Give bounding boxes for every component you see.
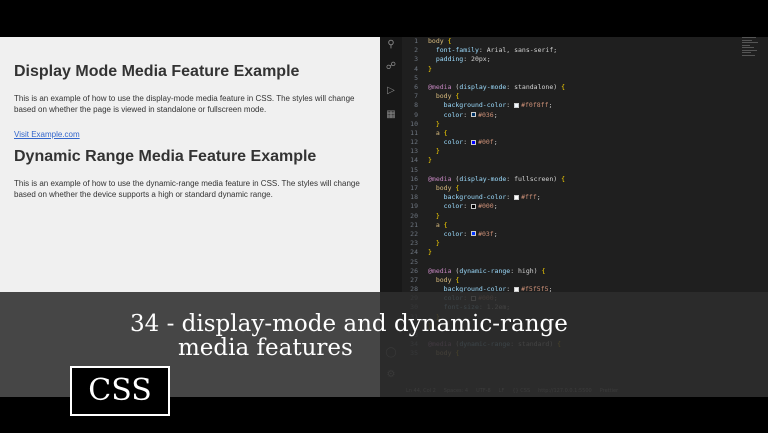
line-number: 22 bbox=[410, 229, 418, 238]
line-number: 20 bbox=[410, 211, 418, 220]
line-number: 16 bbox=[410, 174, 418, 183]
code-line[interactable]: 6 @media (display-mode: standalone) { bbox=[404, 83, 738, 92]
code-line[interactable]: 7 body { bbox=[404, 92, 738, 101]
line-number: 2 bbox=[414, 46, 418, 55]
code-line[interactable]: 22 color: #03f; bbox=[404, 230, 738, 239]
code-line[interactable]: 9 color: #036; bbox=[404, 111, 738, 120]
line-number: 9 bbox=[414, 110, 418, 119]
code-line[interactable]: 10 } bbox=[404, 120, 738, 129]
code-line[interactable]: 14} bbox=[404, 156, 738, 165]
line-number: 10 bbox=[410, 119, 418, 128]
line-number: 21 bbox=[410, 220, 418, 229]
line-number: 8 bbox=[414, 101, 418, 110]
example-link[interactable]: Visit Example.com bbox=[14, 130, 80, 139]
line-number: 19 bbox=[410, 202, 418, 211]
dynamic-range-heading: Dynamic Range Media Feature Example bbox=[14, 148, 317, 165]
line-number: 12 bbox=[410, 138, 418, 147]
video-title: 34 - display-mode and dynamic-range medi… bbox=[130, 312, 650, 360]
extensions-icon[interactable]: ▦ bbox=[385, 109, 397, 121]
code-line[interactable]: 5 bbox=[404, 74, 738, 83]
code-line[interactable]: 24} bbox=[404, 248, 738, 257]
line-number: 1 bbox=[414, 37, 418, 45]
code-line[interactable]: 27 body { bbox=[404, 276, 738, 285]
code-line[interactable]: 11 a { bbox=[404, 129, 738, 138]
line-number: 26 bbox=[410, 266, 418, 275]
code-line[interactable]: 18 background-color: #fff; bbox=[404, 193, 738, 202]
line-number: 17 bbox=[410, 184, 418, 192]
code-line[interactable]: 21 a { bbox=[404, 221, 738, 230]
code-line[interactable]: 8 background-color: #f0f8ff; bbox=[404, 101, 738, 110]
line-number: 6 bbox=[414, 82, 418, 91]
title-line-1: 34 - display-mode and dynamic-range bbox=[130, 311, 568, 337]
title-line-2: media features bbox=[178, 335, 353, 361]
line-number: 24 bbox=[410, 248, 418, 257]
code-line[interactable]: 12 color: #00f; bbox=[404, 138, 738, 147]
source-control-icon[interactable]: ☍ bbox=[385, 61, 397, 73]
search-icon[interactable]: ⚲ bbox=[385, 39, 397, 51]
line-number: 27 bbox=[410, 275, 418, 284]
code-line[interactable]: 15 bbox=[404, 166, 738, 175]
run-debug-icon[interactable]: ▷ bbox=[385, 85, 397, 97]
display-mode-paragraph: This is an example of how to use the dis… bbox=[14, 94, 355, 114]
line-number: 11 bbox=[410, 128, 418, 137]
line-number: 15 bbox=[410, 165, 418, 174]
line-number: 4 bbox=[414, 64, 418, 73]
code-line[interactable]: 20 } bbox=[404, 212, 738, 221]
code-line[interactable]: 2 font-family: Arial, sans-serif; bbox=[404, 46, 738, 55]
code-line[interactable]: 16 @media (display-mode: fullscreen) { bbox=[404, 175, 738, 184]
line-number: 25 bbox=[410, 257, 418, 266]
code-line[interactable]: 26 @media (dynamic-range: high) { bbox=[404, 267, 738, 276]
line-number: 18 bbox=[410, 193, 418, 202]
line-number: 7 bbox=[414, 92, 418, 101]
minimap[interactable] bbox=[742, 37, 760, 67]
code-line[interactable]: 17 body { bbox=[404, 184, 738, 193]
css-badge: CSS bbox=[70, 366, 170, 416]
line-number: 5 bbox=[414, 73, 418, 82]
line-number: 23 bbox=[410, 239, 418, 248]
code-line[interactable]: 25 bbox=[404, 258, 738, 267]
code-line[interactable]: 1 body { bbox=[404, 37, 738, 46]
dynamic-range-paragraph: This is an example of how to use the dyn… bbox=[14, 179, 360, 199]
display-mode-heading: Display Mode Media Feature Example bbox=[14, 63, 300, 80]
line-number: 13 bbox=[410, 147, 418, 156]
line-number: 3 bbox=[414, 55, 418, 64]
code-line[interactable]: 19 color: #000; bbox=[404, 202, 738, 211]
line-number: 14 bbox=[410, 156, 418, 165]
code-line[interactable]: 23 } bbox=[404, 239, 738, 248]
code-line[interactable]: 4} bbox=[404, 65, 738, 74]
code-line[interactable]: 3 padding: 20px; bbox=[404, 55, 738, 64]
code-line[interactable]: 13 } bbox=[404, 147, 738, 156]
